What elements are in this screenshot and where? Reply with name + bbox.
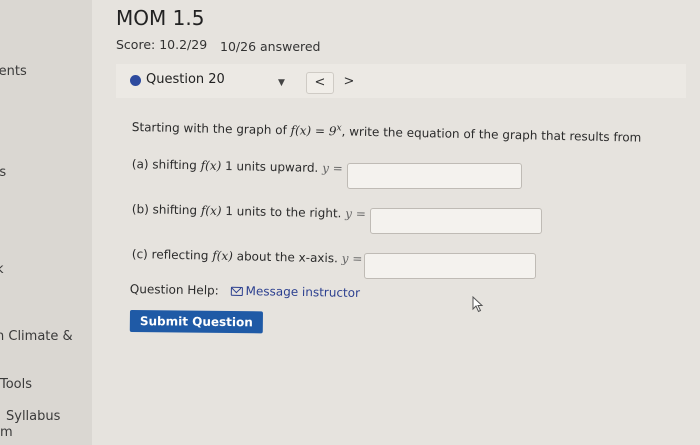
part-a-suffix: 1 units upward. bbox=[221, 158, 319, 175]
sidebar-item-tools[interactable]: Tools bbox=[0, 377, 32, 392]
previous-question-button[interactable]: < bbox=[306, 72, 334, 94]
prompt-function: f(x) = 9 bbox=[290, 123, 337, 139]
answer-c-input[interactable] bbox=[364, 253, 536, 279]
part-a-prefix: (a) shifting bbox=[131, 157, 201, 173]
answered-count: 10/26 answered bbox=[220, 39, 321, 54]
part-c-equals: y = bbox=[341, 251, 363, 266]
part-b-equals: y = bbox=[345, 206, 367, 221]
part-c-suffix: about the x-axis. bbox=[232, 249, 339, 266]
sidebar: ments nts k n Climate & Tools Syllabus m bbox=[0, 0, 92, 445]
answer-b-input[interactable] bbox=[370, 208, 542, 234]
prompt-text-end: , write the equation of the graph that r… bbox=[341, 124, 642, 145]
sidebar-item-climate[interactable]: n Climate & bbox=[0, 329, 73, 344]
mouse-cursor-icon bbox=[472, 296, 484, 313]
sidebar-item-assignments[interactable]: ments bbox=[0, 64, 27, 79]
assignment-title: MOM 1.5 bbox=[116, 6, 205, 30]
part-b-prefix: (b) shifting bbox=[131, 202, 202, 218]
part-a-function: f(x) bbox=[200, 158, 222, 173]
sidebar-item-k[interactable]: k bbox=[0, 262, 4, 277]
part-c-function: f(x) bbox=[212, 248, 234, 264]
mail-icon[interactable] bbox=[230, 286, 243, 296]
submit-question-button[interactable]: Submit Question bbox=[129, 310, 263, 334]
answer-a-input[interactable] bbox=[347, 163, 522, 189]
question-help-label: Question Help: bbox=[129, 282, 219, 298]
score-text: Score: 10.2/29 bbox=[116, 37, 208, 52]
sidebar-item-syllabus[interactable]: Syllabus bbox=[6, 409, 60, 424]
question-selector[interactable]: Question 20 bbox=[146, 72, 225, 87]
part-b-function: f(x) bbox=[200, 203, 222, 218]
sidebar-item-grades[interactable]: nts bbox=[0, 165, 6, 180]
sidebar-item-m[interactable]: m bbox=[0, 425, 13, 440]
part-c-prefix: (c) reflecting bbox=[131, 247, 213, 263]
chevron-down-icon[interactable]: ▼ bbox=[278, 78, 285, 88]
part-a-equals: y = bbox=[322, 160, 343, 176]
question-prompt: Starting with the graph of f(x) = 9x, wr… bbox=[132, 119, 642, 145]
part-b-suffix: 1 units to the right. bbox=[221, 203, 342, 221]
prompt-text-start: Starting with the graph of bbox=[131, 119, 291, 138]
main-panel: MOM 1.5 Score: 10.2/29 10/26 answered Qu… bbox=[92, 0, 700, 445]
part-a: (a) shifting f(x) 1 units upward. y = bbox=[132, 157, 343, 175]
question-status-dot-icon bbox=[130, 75, 141, 86]
next-question-button[interactable]: > bbox=[336, 72, 362, 92]
message-instructor-link[interactable]: Message instructor bbox=[245, 284, 360, 300]
part-b: (b) shifting f(x) 1 units to the right. … bbox=[132, 202, 366, 221]
question-help: Question Help: Message instructor bbox=[130, 282, 360, 300]
part-c: (c) reflecting f(x) about the x-axis. y … bbox=[132, 247, 363, 266]
